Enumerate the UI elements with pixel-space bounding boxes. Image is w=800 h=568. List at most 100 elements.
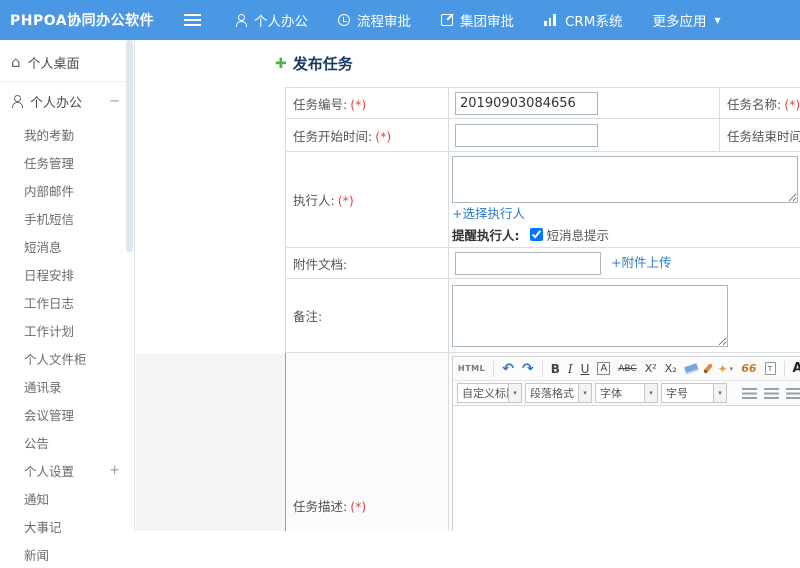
paragraph-format-dropdown[interactable]: 段落格式▾ xyxy=(525,383,592,403)
clock-icon xyxy=(338,14,350,26)
sidebar-scrollbar-thumb[interactable] xyxy=(126,40,133,252)
attachment-field-cell: +附件上传 xyxy=(449,248,800,279)
align-right-icon[interactable] xyxy=(786,388,800,399)
required-mark: (*) xyxy=(338,193,354,208)
form-row-executor: 执行人:(*) +选择执行人 提醒执行人: 短消息提示 xyxy=(286,152,800,248)
description-label: 任务描述: xyxy=(293,499,347,514)
caret-down-icon: ▾ xyxy=(730,365,734,373)
start-time-input[interactable] xyxy=(455,124,598,147)
sidebar-item-internal-mail[interactable]: 内部邮件 xyxy=(0,176,134,204)
caret-down-icon: ▾ xyxy=(578,384,591,402)
task-name-label: 任务名称: xyxy=(727,97,781,112)
nav-item-personal-office[interactable]: 个人办公 xyxy=(235,10,308,30)
alignment-buttons xyxy=(742,388,800,399)
nav-item-more-apps[interactable]: 更多应用 ▼ xyxy=(652,10,720,30)
sidebar-item-label: 个人桌面 xyxy=(28,53,80,72)
sidebar-item-memorabilia[interactable]: 大事记 xyxy=(0,512,134,540)
sidebar-item-announcement[interactable]: 公告 xyxy=(0,428,134,456)
form-row-attachment: 附件文档: +附件上传 xyxy=(286,248,800,279)
blockquote-button[interactable]: 66 xyxy=(741,360,756,378)
nav-item-process-approval[interactable]: 流程审批 xyxy=(338,10,411,30)
sidebar-item-label: 个人文件柜 xyxy=(24,349,87,368)
html-source-button[interactable]: HTML xyxy=(458,360,485,378)
nav-label: CRM系统 xyxy=(565,10,622,30)
sidebar-item-notification[interactable]: 通知 xyxy=(0,484,134,512)
remark-textarea[interactable] xyxy=(452,285,728,347)
sidebar-item-file-cabinet[interactable]: 个人文件柜 xyxy=(0,344,134,372)
start-time-label-cell: 任务开始时间:(*) xyxy=(286,119,449,152)
sidebar-item-task-management[interactable]: 任务管理 xyxy=(0,148,134,176)
strikethrough-button[interactable]: ABC xyxy=(618,360,636,378)
sidebar-item-label: 工作日志 xyxy=(24,293,74,312)
sidebar-item-work-plan[interactable]: 工作计划 xyxy=(0,316,134,344)
edit-icon xyxy=(441,14,453,26)
attachment-upload-link[interactable]: +附件上传 xyxy=(611,255,671,270)
nav-label: 更多应用 xyxy=(652,10,706,30)
required-mark: (*) xyxy=(784,97,800,112)
executor-textarea[interactable] xyxy=(452,156,798,203)
sidebar-item-contacts[interactable]: 通讯录 xyxy=(0,372,134,400)
sidebar-item-personal-desktop[interactable]: ⌂ 个人桌面 xyxy=(0,44,134,82)
nav-item-crm[interactable]: CRM系统 xyxy=(544,10,622,30)
collapse-minus-icon[interactable]: − xyxy=(109,94,120,109)
paste-text-icon[interactable]: T xyxy=(765,360,776,378)
align-center-icon[interactable] xyxy=(764,388,779,399)
choose-executor-link[interactable]: +选择执行人 xyxy=(452,206,525,221)
executor-label: 执行人: xyxy=(293,193,335,208)
subscript-button[interactable]: X₂ xyxy=(665,360,677,378)
sms-remind-checkbox[interactable] xyxy=(530,228,543,241)
eraser-icon[interactable] xyxy=(685,360,698,378)
auto-typeset-icon[interactable]: ✦▾ xyxy=(718,360,734,378)
sidebar-item-meeting-management[interactable]: 会议管理 xyxy=(0,400,134,428)
app-logo: PHPOA协同办公软件 xyxy=(0,10,180,30)
sidebar-item-short-message[interactable]: 短消息 xyxy=(0,232,134,260)
attachment-label: 附件文档: xyxy=(293,257,347,272)
start-time-label: 任务开始时间: xyxy=(293,129,372,144)
font-family-dropdown[interactable]: 字体▾ xyxy=(595,383,658,403)
remind-executor-label: 提醒执行人: xyxy=(452,225,520,244)
sidebar-item-schedule[interactable]: 日程安排 xyxy=(0,260,134,288)
editor-content-area[interactable] xyxy=(453,406,800,531)
toolbar-separator xyxy=(542,361,543,377)
executor-field-cell: +选择执行人 提醒执行人: 短消息提示 xyxy=(449,152,800,248)
font-color-button[interactable]: A▾ xyxy=(793,360,800,378)
redo-icon[interactable]: ↷ xyxy=(522,360,534,378)
nav-label: 流程审批 xyxy=(357,10,411,30)
nav-item-group-approval[interactable]: 集团审批 xyxy=(441,10,514,30)
sidebar-item-label: 大事记 xyxy=(24,517,62,536)
superscript-button[interactable]: X² xyxy=(645,360,657,378)
sidebar-item-label: 任务管理 xyxy=(24,153,74,172)
sidebar-item-my-attendance[interactable]: 我的考勤 xyxy=(0,120,134,148)
sidebar-item-work-log[interactable]: 工作日志 xyxy=(0,288,134,316)
sidebar-item-personal-settings[interactable]: 个人设置 + xyxy=(0,456,134,484)
sidebar-item-news[interactable]: 新闻 xyxy=(0,540,134,568)
form-row-time: 任务开始时间:(*) 任务结束时间:(*) xyxy=(286,119,800,152)
underline-button[interactable]: U xyxy=(581,360,590,378)
sidebar-item-mobile-sms[interactable]: 手机短信 xyxy=(0,204,134,232)
sms-remind-label: 短消息提示 xyxy=(547,225,610,244)
custom-title-dropdown[interactable]: 自定义标题▾ xyxy=(457,383,522,403)
sidebar-item-label: 我的考勤 xyxy=(24,125,74,144)
hamburger-menu-icon[interactable] xyxy=(184,14,201,26)
align-left-icon[interactable] xyxy=(742,388,757,399)
expand-plus-icon[interactable]: + xyxy=(109,463,120,478)
sidebar-item-label: 会议管理 xyxy=(24,405,74,424)
task-number-input[interactable] xyxy=(455,92,598,115)
remind-executor-row: 提醒执行人: 短消息提示 xyxy=(452,225,800,244)
sidebar-item-personal-office[interactable]: 个人办公 − xyxy=(0,82,134,120)
description-label-cell: 任务描述:(*) xyxy=(286,353,449,532)
form-row-description: 任务描述:(*) HTML ↶ ↷ B I U A ABC xyxy=(286,353,800,532)
attachment-input[interactable] xyxy=(455,252,601,275)
italic-button[interactable]: I xyxy=(568,360,573,378)
sidebar-item-label: 通讯录 xyxy=(24,377,62,396)
page-title: ✚ 发布任务 xyxy=(275,53,353,74)
bold-button[interactable]: B xyxy=(551,360,560,378)
undo-icon[interactable]: ↶ xyxy=(502,360,514,378)
format-brush-icon[interactable] xyxy=(706,360,710,378)
sidebar-item-label: 短消息 xyxy=(24,237,62,256)
font-size-dropdown[interactable]: 字号▾ xyxy=(661,383,727,403)
nav-label: 个人办公 xyxy=(254,10,308,30)
caret-down-icon: ▼ xyxy=(714,16,720,25)
autoformat-button[interactable]: A xyxy=(597,362,610,375)
task-name-label-cell: 任务名称:(*) xyxy=(720,88,800,119)
